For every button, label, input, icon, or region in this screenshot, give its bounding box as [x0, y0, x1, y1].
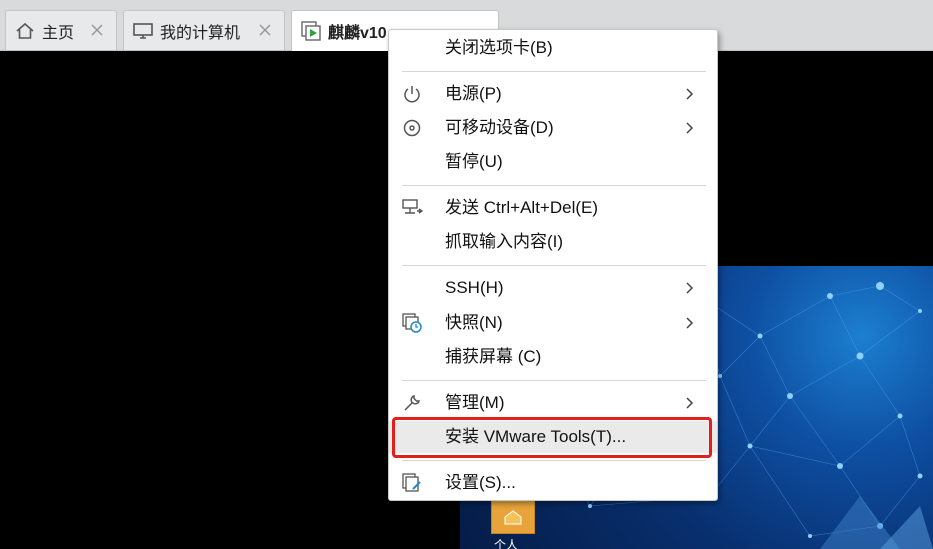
menu-item-ssh[interactable]: SSH(H): [389, 272, 717, 304]
menu-separator: [402, 185, 706, 186]
home-icon: [14, 20, 36, 42]
menu-item-label: 快照(N): [445, 313, 503, 332]
menu-item-capture-screen[interactable]: 捕获屏幕 (C): [389, 341, 717, 373]
menu-item-label: 管理(M): [445, 393, 505, 412]
chevron-right-icon: [685, 315, 695, 331]
menu-separator: [402, 265, 706, 266]
menu-item-label: 捕获屏幕 (C): [445, 347, 542, 366]
tab-home-label: 主页: [42, 24, 75, 42]
monitor-icon: [132, 20, 154, 42]
menu-item-grab-input[interactable]: 抓取输入内容(I): [389, 226, 717, 258]
tab-my-computer-label: 我的计算机: [160, 24, 241, 42]
desktop-icon-label: 个人: [494, 538, 519, 549]
menu-item-manage[interactable]: 管理(M): [389, 387, 717, 419]
snapshot-icon: [401, 312, 423, 334]
send-keys-icon: [401, 197, 423, 219]
desktop-folder-icon[interactable]: [491, 500, 535, 534]
chevron-right-icon: [685, 280, 695, 296]
chevron-right-icon: [685, 86, 695, 102]
menu-item-settings[interactable]: 设置(S)...: [389, 467, 717, 499]
tab-my-computer[interactable]: 我的计算机: [123, 10, 285, 50]
context-menu: 关闭选项卡(B) 电源(P) 可移动设备(D) 暂停(U) 发送 Ctrl+Al…: [388, 29, 718, 501]
vm-running-icon: [300, 20, 322, 42]
power-icon: [401, 83, 423, 105]
wrench-icon: [401, 392, 423, 414]
menu-item-label: 设置(S)...: [445, 473, 516, 492]
menu-item-label: 电源(P): [445, 84, 502, 103]
tab-home[interactable]: 主页: [5, 10, 117, 50]
menu-item-pause[interactable]: 暂停(U): [389, 146, 717, 178]
menu-item-send-ctrl-alt-del[interactable]: 发送 Ctrl+Alt+Del(E): [389, 192, 717, 224]
menu-item-snapshot[interactable]: 快照(N): [389, 307, 717, 339]
menu-item-label: 抓取输入内容(I): [445, 232, 564, 251]
settings-icon: [401, 472, 423, 494]
menu-item-label: 发送 Ctrl+Alt+Del(E): [445, 198, 599, 217]
chevron-right-icon: [685, 120, 695, 136]
menu-item-label: 可移动设备(D): [445, 118, 554, 137]
close-icon[interactable]: [256, 21, 274, 39]
menu-item-power[interactable]: 电源(P): [389, 78, 717, 110]
menu-item-install-vmware-tools[interactable]: 安装 VMware Tools(T)...: [389, 421, 717, 453]
close-icon[interactable]: [88, 21, 106, 39]
menu-separator: [402, 71, 706, 72]
menu-item-label: 安装 VMware Tools(T)...: [445, 427, 627, 446]
tab-vm-kylin-label: 麒麟v10: [328, 25, 387, 42]
menu-item-removable-devices[interactable]: 可移动设备(D): [389, 112, 717, 144]
menu-separator: [402, 460, 706, 461]
menu-item-label: 关闭选项卡(B): [445, 38, 553, 57]
menu-separator: [402, 380, 706, 381]
menu-item-label: SSH(H): [445, 278, 504, 297]
chevron-right-icon: [685, 395, 695, 411]
menu-item-close-tab[interactable]: 关闭选项卡(B): [389, 32, 717, 64]
disc-icon: [401, 117, 423, 139]
menu-item-label: 暂停(U): [445, 152, 503, 171]
